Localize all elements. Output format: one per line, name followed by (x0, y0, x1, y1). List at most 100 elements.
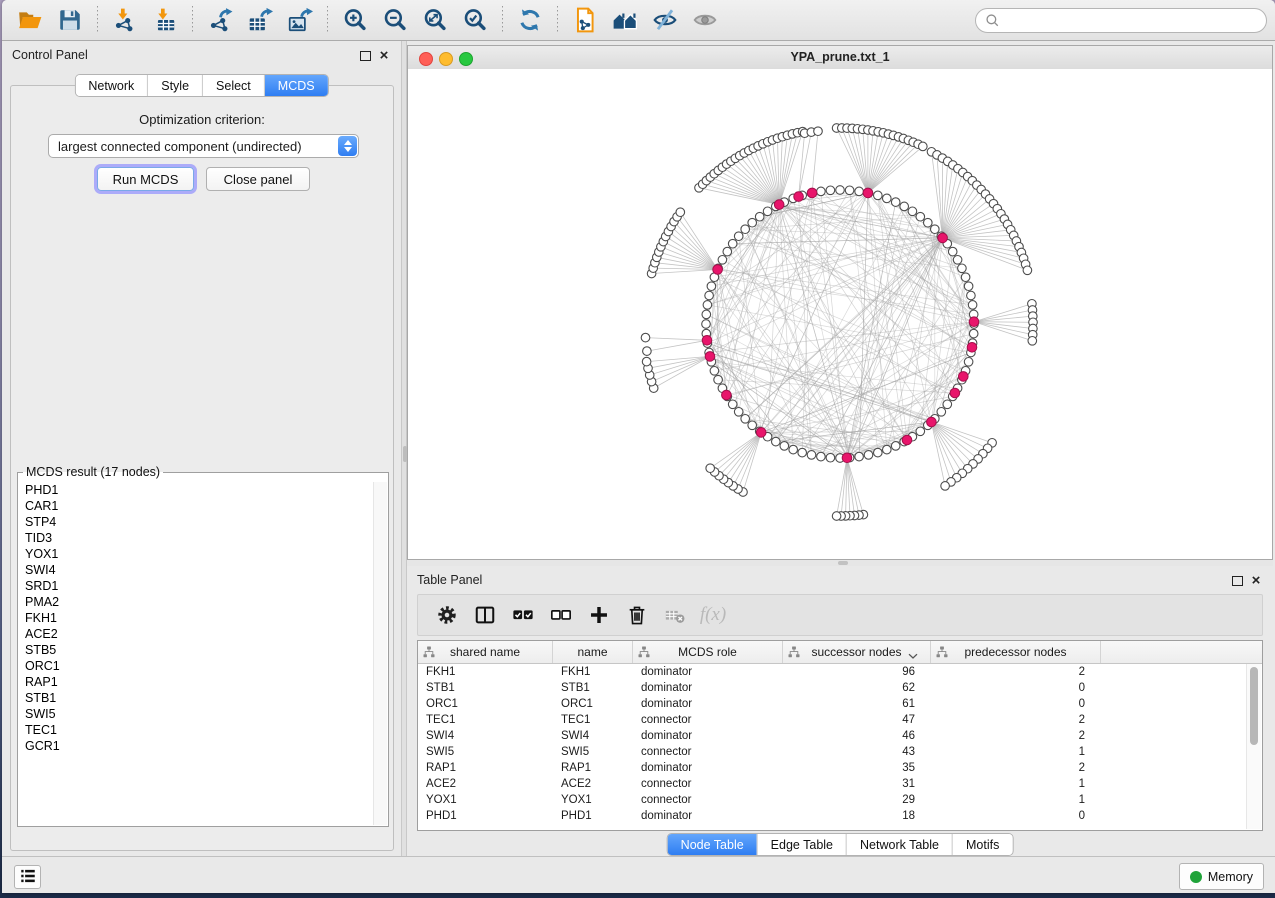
table-cell[interactable]: 35 (783, 760, 931, 776)
mcds-result-item[interactable]: SWI4 (19, 562, 387, 578)
show-hidden-button[interactable] (685, 3, 725, 37)
tab-style[interactable]: Style (147, 75, 202, 96)
open-session-button[interactable] (10, 3, 50, 37)
table-row[interactable]: FKH1FKH1dominator962 (418, 664, 1262, 680)
hide-selected-button[interactable] (645, 3, 685, 37)
mcds-result-item[interactable]: SWI5 (19, 706, 387, 722)
table-cell[interactable]: 0 (931, 680, 1101, 696)
table-row[interactable]: ORC1ORC1dominator610 (418, 696, 1262, 712)
table-row[interactable]: TEC1TEC1connector472 (418, 712, 1262, 728)
mcds-result-item[interactable]: FKH1 (19, 610, 387, 626)
table-cell[interactable]: RAP1 (553, 760, 633, 776)
zoom-in-button[interactable] (335, 3, 375, 37)
table-cell[interactable]: SWI5 (418, 744, 553, 760)
table-cell[interactable]: STB1 (553, 680, 633, 696)
table-cell[interactable]: dominator (633, 728, 783, 744)
refresh-layout-button[interactable] (510, 3, 550, 37)
table-settings-button[interactable] (430, 599, 464, 631)
table-cell[interactable]: PHD1 (553, 808, 633, 824)
control-panel-close-button[interactable]: × (376, 48, 392, 64)
mcds-result-item[interactable]: STP4 (19, 514, 387, 530)
network-from-selection-button[interactable] (565, 3, 605, 37)
table-cell[interactable]: ORC1 (418, 696, 553, 712)
table-cell[interactable]: ACE2 (418, 776, 553, 792)
mcds-result-item[interactable]: YOX1 (19, 546, 387, 562)
deselect-all-rows-button[interactable] (544, 599, 578, 631)
tab-network[interactable]: Network (75, 75, 147, 96)
table-cell[interactable]: FKH1 (418, 664, 553, 680)
mcds-result-item[interactable]: TEC1 (19, 722, 387, 738)
table-cell[interactable]: dominator (633, 680, 783, 696)
control-panel-float-button[interactable] (357, 48, 373, 64)
mcds-result-item[interactable]: TID3 (19, 530, 387, 546)
table-cell[interactable]: 2 (931, 760, 1101, 776)
table-cell[interactable]: 0 (931, 696, 1101, 712)
table-cell[interactable]: 62 (783, 680, 931, 696)
column-header-name[interactable]: name (553, 641, 633, 663)
close-panel-button[interactable]: Close panel (206, 167, 310, 191)
table-cell[interactable]: FKH1 (553, 664, 633, 680)
network-manager-button[interactable] (605, 3, 645, 37)
mcds-list-scrollbar[interactable] (373, 482, 387, 825)
table-cell[interactable]: 2 (931, 728, 1101, 744)
table-cell[interactable]: 18 (783, 808, 931, 824)
table-cell[interactable]: 2 (931, 712, 1101, 728)
table-cell[interactable]: 29 (783, 792, 931, 808)
table-cell[interactable]: PHD1 (418, 808, 553, 824)
table-row[interactable]: SWI5SWI5connector431 (418, 744, 1262, 760)
column-header-successor-nodes[interactable]: successor nodes (783, 641, 931, 663)
mcds-result-item[interactable]: RAP1 (19, 674, 387, 690)
table-cell[interactable]: 1 (931, 792, 1101, 808)
tab-network-table[interactable]: Network Table (846, 834, 952, 855)
table-cell[interactable]: 31 (783, 776, 931, 792)
mcds-result-item[interactable]: CAR1 (19, 498, 387, 514)
table-scrollbar-track[interactable] (1246, 664, 1261, 829)
import-network-button[interactable] (105, 3, 145, 37)
mcds-result-item[interactable]: ACE2 (19, 626, 387, 642)
table-row[interactable]: PHD1PHD1dominator180 (418, 808, 1262, 824)
table-cell[interactable]: dominator (633, 696, 783, 712)
table-panel-close-button[interactable]: × (1248, 573, 1264, 589)
table-cell[interactable]: TEC1 (418, 712, 553, 728)
sort-chevron-icon[interactable] (908, 649, 918, 656)
table-row[interactable]: SWI4SWI4dominator462 (418, 728, 1262, 744)
table-cell[interactable]: ORC1 (553, 696, 633, 712)
import-table-button[interactable] (145, 3, 185, 37)
table-cell[interactable]: connector (633, 792, 783, 808)
table-cell[interactable]: 1 (931, 776, 1101, 792)
table-cell[interactable]: connector (633, 776, 783, 792)
table-cell[interactable]: 61 (783, 696, 931, 712)
tab-select[interactable]: Select (202, 75, 264, 96)
search-input[interactable] (1000, 13, 1266, 28)
mcds-result-item[interactable]: PHD1 (19, 482, 387, 498)
tab-mcds[interactable]: MCDS (264, 75, 328, 96)
mcds-result-item[interactable]: PMA2 (19, 594, 387, 610)
table-cell[interactable]: connector (633, 712, 783, 728)
column-header-predecessor-nodes[interactable]: predecessor nodes (931, 641, 1101, 663)
network-graph[interactable] (408, 69, 1272, 559)
table-cell[interactable]: STB1 (418, 680, 553, 696)
mcds-result-item[interactable]: GCR1 (19, 738, 387, 754)
mcds-result-list[interactable]: PHD1CAR1STP4TID3YOX1SWI4SRD1PMA2FKH1ACE2… (19, 482, 387, 825)
export-network-button[interactable] (200, 3, 240, 37)
horizontal-splitter-handle[interactable] (838, 561, 848, 565)
mcds-result-item[interactable]: STB1 (19, 690, 387, 706)
mcds-result-item[interactable]: ORC1 (19, 658, 387, 674)
optimization-criterion-select[interactable]: largest connected component (undirected) (48, 134, 359, 158)
table-panel-float-button[interactable] (1229, 573, 1245, 589)
task-history-button[interactable] (14, 865, 41, 889)
zoom-fit-button[interactable] (415, 3, 455, 37)
table-cell[interactable]: 0 (931, 808, 1101, 824)
table-cell[interactable]: 2 (931, 664, 1101, 680)
table-scrollbar-thumb[interactable] (1250, 667, 1258, 745)
memory-button[interactable]: Memory (1179, 863, 1264, 890)
select-all-rows-button[interactable] (506, 599, 540, 631)
table-row[interactable]: ACE2ACE2connector311 (418, 776, 1262, 792)
table-cell[interactable]: 1 (931, 744, 1101, 760)
zoom-selected-button[interactable] (455, 3, 495, 37)
table-cell[interactable]: SWI5 (553, 744, 633, 760)
table-cell[interactable]: connector (633, 744, 783, 760)
table-cell[interactable]: dominator (633, 808, 783, 824)
mcds-result-item[interactable]: SRD1 (19, 578, 387, 594)
tab-motifs[interactable]: Motifs (952, 834, 1012, 855)
